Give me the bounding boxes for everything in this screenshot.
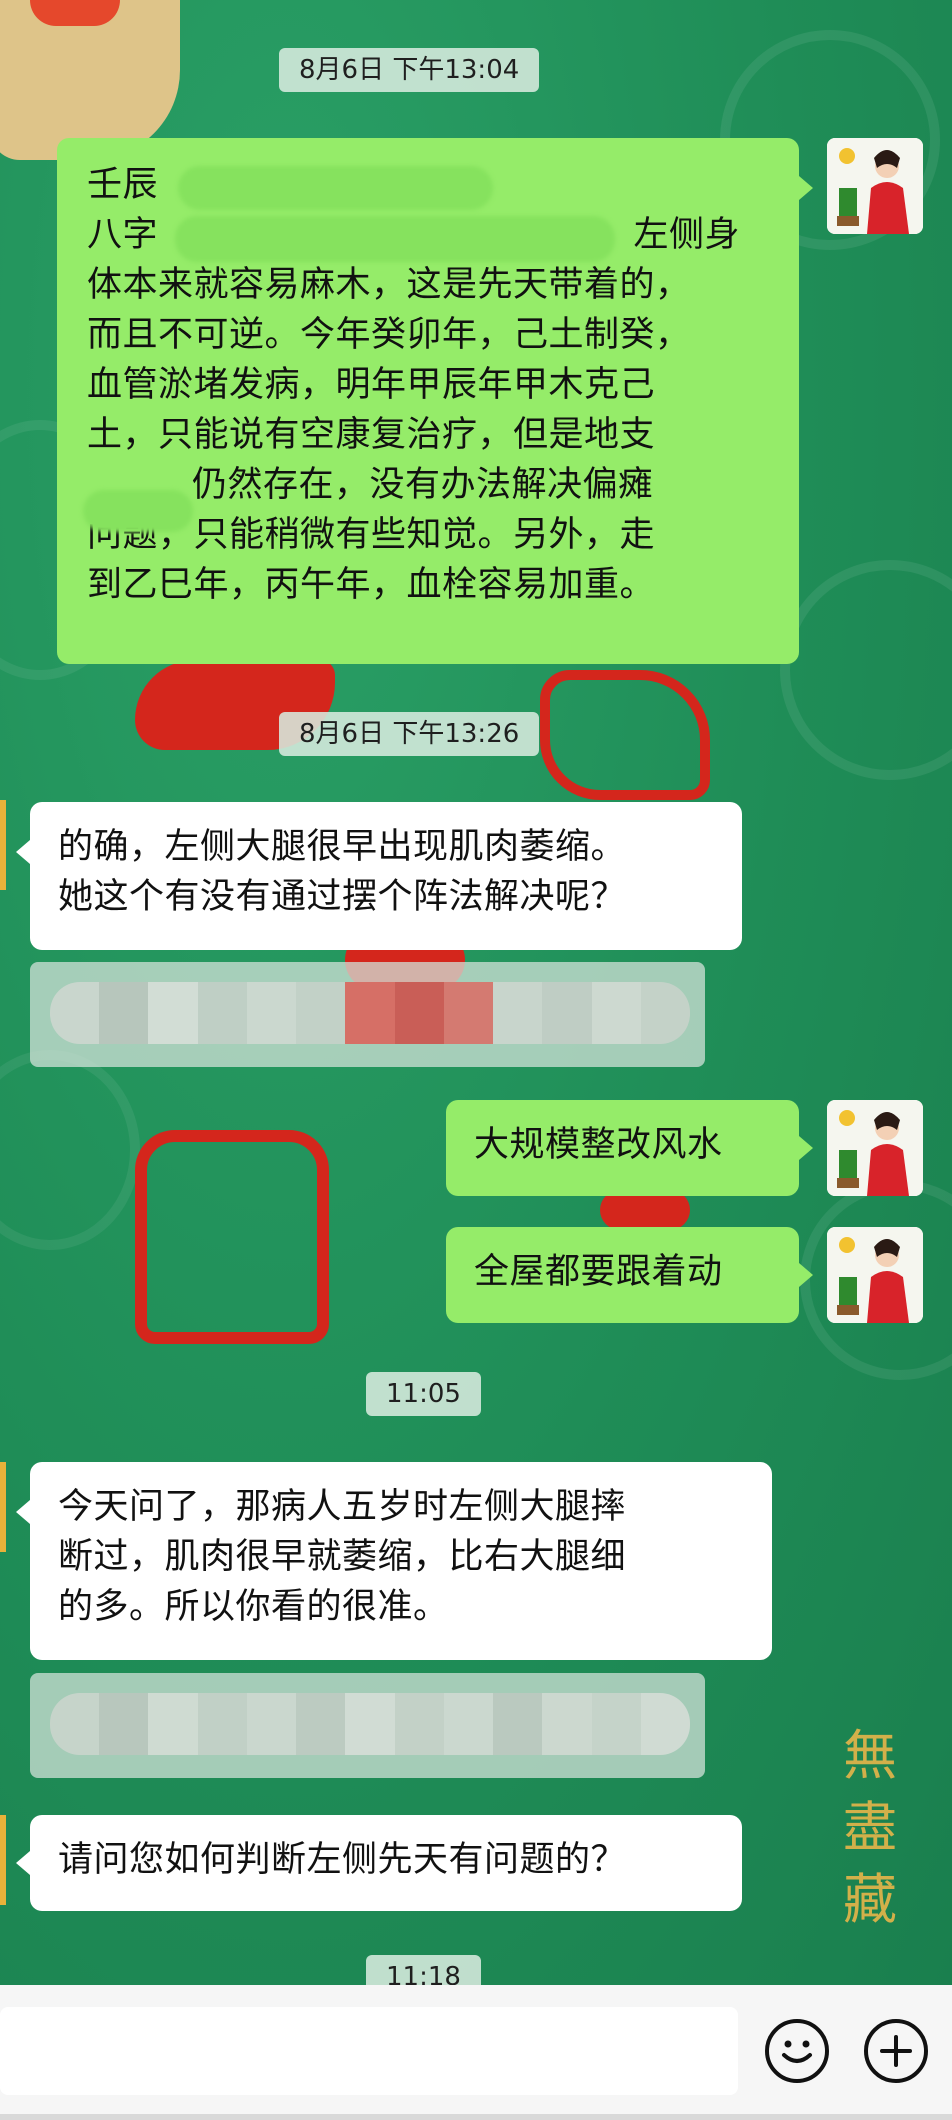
bubble-tail (16, 1851, 30, 1875)
timestamp: 8月6日 下午13:04 (279, 48, 540, 92)
plus-icon (880, 2035, 912, 2067)
peer-avatar-edge[interactable] (0, 1815, 6, 1905)
quoted-message-blurred[interactable] (30, 962, 705, 1067)
background-red-ornament (30, 0, 120, 26)
message-bubble-incoming[interactable]: 的确，左侧大腿很早出现肌肉萎缩。 她这个有没有通过摆个阵法解决呢？ (30, 802, 742, 950)
pixelated-redaction (50, 982, 690, 1044)
bubble-tail (799, 176, 813, 200)
emoji-button[interactable] (765, 2019, 829, 2083)
timestamp: 11:05 (366, 1372, 481, 1416)
message-text: 大规模整改风水 (474, 1125, 723, 1165)
avatar[interactable] (827, 138, 923, 234)
avatar[interactable] (827, 1100, 923, 1196)
pixelated-redaction (50, 1693, 690, 1755)
message-text: 请问您如何判断左侧先天有问题的？ (58, 1840, 627, 1880)
message-line: 而且不可逆。今年癸卯年，己土制癸， (87, 315, 691, 355)
input-bar (0, 1985, 952, 2120)
quoted-message-blurred[interactable] (30, 1673, 705, 1778)
background-swirl-decoration (0, 1050, 140, 1250)
message-line: 今天问了，那病人五岁时左侧大腿摔 (58, 1487, 627, 1527)
calligraphy-char: 盡 (843, 1796, 897, 1859)
peer-avatar-edge[interactable] (0, 1462, 6, 1552)
bubble-tail (799, 1263, 813, 1287)
bubble-tail (16, 1500, 30, 1524)
message-bubble-incoming[interactable]: 今天问了，那病人五岁时左侧大腿摔 断过，肌肉很早就萎缩，比右大腿细 的多。所以你… (30, 1462, 772, 1660)
timestamp: 11:18 (366, 1955, 481, 1985)
bubble-tail (16, 840, 30, 864)
message-line: 断过，肌肉很早就萎缩，比右大腿细 (58, 1537, 627, 1577)
plus-button[interactable] (864, 2019, 928, 2083)
calligraphy-char: 藏 (843, 1868, 897, 1931)
bubble-tail (799, 1136, 813, 1160)
message-line: 血管淤堵发病，明年甲辰年甲木克己 (87, 365, 656, 405)
avatar-figure-icon (827, 1100, 923, 1196)
message-line: 的确，左侧大腿很早出现肌肉萎缩。 (58, 827, 627, 867)
message-line: 她这个有没有通过摆个阵法解决呢？ (58, 877, 627, 917)
background-red-seal-ornament (135, 1130, 329, 1344)
calligraphy-char: 無 (843, 1724, 897, 1787)
message-line: 的多。所以你看的很准。 (58, 1587, 449, 1627)
message-bubble-incoming[interactable]: 请问您如何判断左侧先天有问题的？ (30, 1815, 742, 1911)
chat-background: 無 盡 藏 8月6日 下午13:04 壬辰 八字 ，左侧身 体本来就容易麻木，这是… (0, 0, 952, 1985)
background-swirl-decoration (780, 560, 952, 780)
background-red-ornament (600, 1190, 690, 1230)
message-line: 土，只能说有空康复治疗，但是地支 (87, 415, 656, 455)
home-indicator (0, 2114, 952, 2120)
peer-avatar-edge[interactable] (0, 800, 6, 890)
avatar-figure-icon (827, 1227, 923, 1323)
message-line: 体本来就容易麻木，这是先天带着的， (87, 265, 691, 305)
emoji-icon (782, 2040, 812, 2063)
message-input[interactable] (0, 2007, 738, 2095)
background-red-ornament (540, 670, 710, 800)
message-bubble-outgoing[interactable]: 大规模整改风水 (446, 1100, 799, 1196)
message-bubble-outgoing[interactable]: 全屋都要跟着动 (446, 1227, 799, 1323)
timestamp: 8月6日 下午13:26 (279, 712, 540, 756)
avatar-figure-icon (827, 138, 923, 234)
message-line: 到乙巳年，丙午年，血栓容易加重。 (87, 565, 656, 605)
background-calligraphy: 無 盡 藏 (840, 1720, 900, 1936)
redaction-blur (175, 216, 615, 262)
redaction-blur (178, 166, 493, 210)
redaction-blur (83, 490, 193, 532)
avatar[interactable] (827, 1227, 923, 1323)
message-text: 全屋都要跟着动 (474, 1252, 723, 1292)
